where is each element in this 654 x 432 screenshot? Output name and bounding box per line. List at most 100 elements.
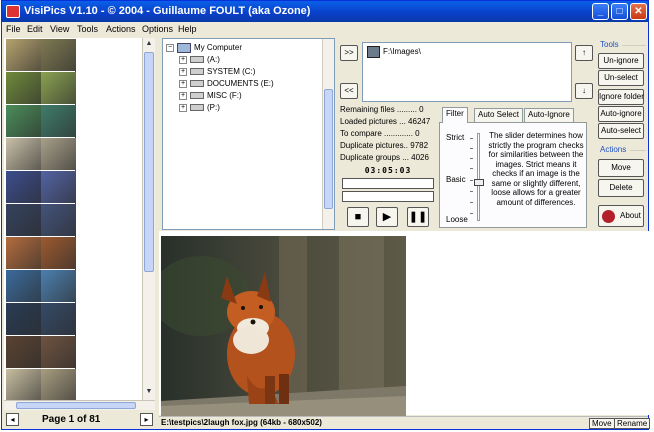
menu-actions[interactable]: Actions [106,24,136,34]
tree-item-my-computer[interactable]: − My Computer [166,43,242,54]
drive-icon [190,56,204,64]
thumbnail-image[interactable] [6,336,41,371]
expand-icon[interactable]: + [179,91,187,100]
thumbnail-image[interactable] [41,105,76,140]
tree-item-drive-c[interactable]: + SYSTEM (C:) [179,67,255,78]
thumbnail-pair[interactable] [5,170,76,206]
thumbnail-scroll-thumb[interactable] [144,52,154,272]
thumbnail-image[interactable] [41,336,76,371]
thumbnail-pair[interactable] [5,269,76,305]
thumbnail-image[interactable] [6,138,41,173]
actions-group-label: Actions [600,145,627,154]
expand-icon[interactable]: + [179,79,187,88]
thumbnail-pair[interactable] [5,137,76,173]
tab-auto-ignore[interactable]: Auto-Ignore [524,108,574,122]
menu-view[interactable]: View [50,24,69,34]
thumbnail-image[interactable] [6,237,41,272]
thumbnail-pair[interactable] [5,335,76,371]
tree-scroll-thumb[interactable] [324,89,333,209]
thumbnail-image[interactable] [6,39,41,74]
pause-button[interactable]: ❚❚ [407,207,429,227]
slider-tick [470,213,473,214]
status-rename-button[interactable]: Rename [614,418,651,429]
menu-tools[interactable]: Tools [77,24,98,34]
thumbnail-image[interactable] [41,171,76,206]
menu-edit[interactable]: Edit [27,24,43,34]
thumbnail-image[interactable] [41,72,76,107]
thumbnail-horizontal-scrollbar[interactable] [4,400,155,410]
maximize-icon[interactable]: □ [611,3,628,20]
menu-options[interactable]: Options [142,24,173,34]
thumbnail-pair[interactable] [5,38,76,74]
thumbnail-image[interactable] [41,369,76,400]
auto-ignore-button[interactable]: Auto-ignore [598,106,644,122]
thumbnail-hscroll-thumb[interactable] [16,402,136,409]
thumbnail-pair[interactable] [5,302,76,338]
add-folder-button[interactable]: >> [340,45,358,61]
tree-scrollbar[interactable] [322,39,334,229]
menu-file[interactable]: File [6,24,21,34]
thumbnail-pair[interactable] [5,368,76,400]
tree-item-drive-a[interactable]: + (A:) [179,55,220,66]
auto-select-button[interactable]: Auto-select [598,123,644,139]
move-down-button[interactable]: ↓ [575,83,593,99]
move-button[interactable]: Move [598,159,644,177]
preview-image[interactable] [161,236,406,417]
delete-button[interactable]: Delete [598,179,644,197]
menu-help[interactable]: Help [178,24,197,34]
previous-page-icon[interactable]: ◂ [6,413,19,426]
folder-list[interactable]: F:\Images\ [362,42,572,102]
about-button[interactable]: About [598,205,644,227]
expand-icon[interactable]: + [179,55,187,64]
collapse-icon[interactable]: − [166,44,174,52]
title-bar[interactable]: VisiPics V1.10 - © 2004 - Guillaume FOUL… [2,1,648,22]
strictness-slider-track[interactable] [477,133,480,221]
move-up-button[interactable]: ↑ [575,45,593,61]
thumbnail-image[interactable] [6,303,41,338]
thumbnail-image[interactable] [6,72,41,107]
stop-button[interactable]: ■ [347,207,369,227]
thumbnail-pair[interactable] [5,236,76,272]
thumbnail-image[interactable] [41,138,76,173]
strict-label: Strict [446,133,465,142]
tree-item-drive-f[interactable]: + MISC (F:) [179,91,242,102]
scroll-up-icon[interactable]: ▲ [143,38,155,50]
thumbnail-image[interactable] [41,237,76,272]
minimize-icon[interactable]: _ [592,3,609,20]
filter-panel: Strict Basic Loose The slider determines… [439,122,587,228]
slider-tick [470,158,473,159]
thumbnail-image[interactable] [6,105,41,140]
thumbnail-image[interactable] [41,303,76,338]
scroll-down-icon[interactable]: ▼ [143,386,155,398]
expand-icon[interactable]: + [179,67,187,76]
thumbnail-pair[interactable] [5,71,76,107]
thumbnail-vertical-scrollbar[interactable]: ▲ ▼ [142,38,155,400]
thumbnail-strip[interactable] [4,38,76,400]
thumbnail-pair[interactable] [5,203,76,239]
drive-tree[interactable]: − My Computer + (A:) + SYSTEM (C:) + DOCUMEN… [162,38,335,230]
thumbnail-pair[interactable] [5,104,76,140]
thumbnail-image[interactable] [6,270,41,305]
un-ignore-button[interactable]: Un-ignore [598,53,644,69]
tab-filter[interactable]: Filter [442,107,468,123]
status-move-button[interactable]: Move [589,418,615,429]
thumbnail-image[interactable] [41,270,76,305]
slider-tick [470,138,473,139]
thumbnail-image[interactable] [6,171,41,206]
ignore-folder-button[interactable]: Ignore folder [598,89,644,105]
thumbnail-image[interactable] [41,204,76,239]
close-icon[interactable]: ✕ [630,3,647,20]
tab-auto-select[interactable]: Auto Select [474,108,523,122]
strictness-slider-handle[interactable] [474,179,484,187]
folder-entry[interactable]: F:\Images\ [367,46,421,58]
tree-item-drive-e[interactable]: + DOCUMENTS (E:) [179,79,274,90]
thumbnail-image[interactable] [6,204,41,239]
expand-icon[interactable]: + [179,103,187,112]
thumbnail-image[interactable] [41,39,76,74]
tree-item-drive-p[interactable]: + (P:) [179,103,220,114]
un-select-button[interactable]: Un-select [598,70,644,86]
play-button[interactable]: ▶ [376,207,398,227]
remove-folder-button[interactable]: << [340,83,358,99]
next-page-icon[interactable]: ▸ [140,413,153,426]
thumbnail-image[interactable] [6,369,41,400]
